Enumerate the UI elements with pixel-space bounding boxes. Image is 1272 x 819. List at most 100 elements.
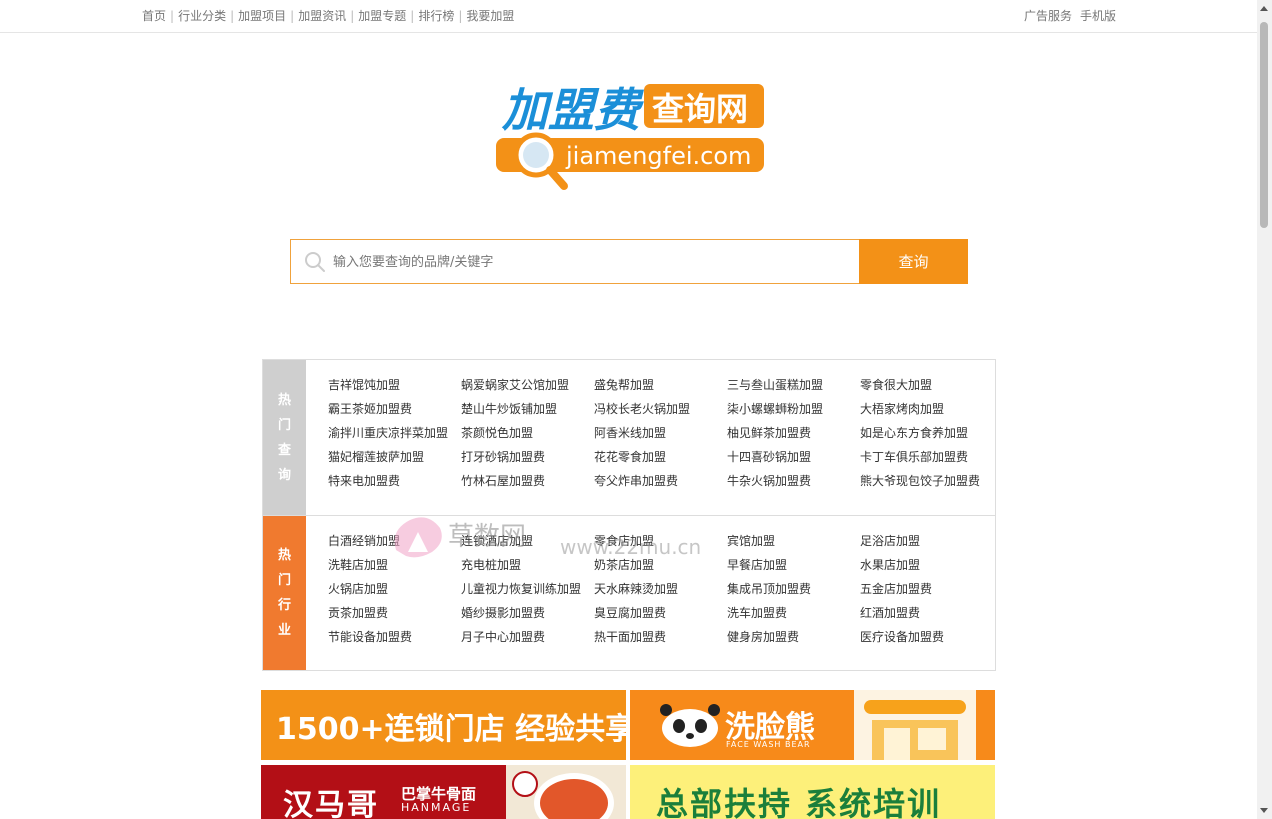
hot-query-link[interactable]: 霸王茶姬加盟费 xyxy=(328,399,461,419)
hot-query-link[interactable]: 柒小螺螺蛳粉加盟 xyxy=(727,399,860,419)
top-nav: 首页 | 行业分类 | 加盟项目 | 加盟资讯 | 加盟专题 | 排行榜 | 我要加盟 xyxy=(142,7,514,24)
logo-magnifier-handle xyxy=(546,166,568,190)
nav-industry-category[interactable]: 行业分类 xyxy=(178,9,226,23)
logo-title: 加盟费 xyxy=(501,83,645,137)
scrollbar-thumb[interactable] xyxy=(1260,22,1268,228)
hot-industry-link[interactable]: 早餐店加盟 xyxy=(727,555,860,575)
label-char: 业 xyxy=(277,623,291,638)
nav-separator: | xyxy=(290,9,295,23)
mobile-version-link[interactable]: 手机版 xyxy=(1080,9,1116,23)
top-bar: 首页 | 行业分类 | 加盟项目 | 加盟资讯 | 加盟专题 | 排行榜 | 我要加盟 广告服务 手机版 xyxy=(0,0,1257,33)
hot-query-link[interactable]: 三与叁山蛋糕加盟 xyxy=(727,375,860,395)
logo-badge-text: 查询网 xyxy=(652,90,748,128)
banner-hanmage-sub2: HANMAGE xyxy=(401,801,472,814)
hot-query-link[interactable]: 卡丁车俱乐部加盟费 xyxy=(860,447,993,467)
hot-industry-link[interactable]: 洗鞋店加盟 xyxy=(328,555,461,575)
hot-industry-link[interactable]: 五金店加盟费 xyxy=(860,579,993,599)
banner-chain-stores[interactable]: 1500+连锁门店 经验共享 xyxy=(261,690,626,760)
hot-query-link[interactable]: 竹林石屋加盟费 xyxy=(461,471,594,491)
hot-query-link[interactable]: 楚山牛炒饭铺加盟 xyxy=(461,399,594,419)
hot-query-link[interactable]: 渝拌川重庆凉拌菜加盟 xyxy=(328,423,461,443)
hot-industry-link[interactable]: 医疗设备加盟费 xyxy=(860,627,993,647)
hot-industry-link[interactable]: 宾馆加盟 xyxy=(727,531,860,551)
hot-query-link[interactable]: 花花零食加盟 xyxy=(594,447,727,467)
hot-query-link[interactable]: 零食很大加盟 xyxy=(860,375,993,395)
hot-query-section: 热 门 查 询 吉祥馄饨加盟 蜗爱蜗家艾公馆加盟 盛兔帮加盟 三与叁山蛋糕加盟 … xyxy=(263,360,995,516)
nav-separator: | xyxy=(230,9,235,23)
hot-industry-link[interactable]: 白酒经销加盟 xyxy=(328,531,461,551)
search-box xyxy=(290,239,859,285)
hot-query-link[interactable]: 十四喜砂锅加盟 xyxy=(727,447,860,467)
hot-query-link[interactable]: 猫妃榴莲披萨加盟 xyxy=(328,447,461,467)
hot-query-link[interactable]: 熊大爷现包饺子加盟费 xyxy=(860,471,993,491)
hot-query-link[interactable]: 蜗爱蜗家艾公馆加盟 xyxy=(461,375,594,395)
label-char: 询 xyxy=(277,467,291,483)
nav-separator: | xyxy=(458,9,463,23)
ad-service-link[interactable]: 广告服务 xyxy=(1024,9,1072,23)
hot-query-link[interactable]: 大梧家烤肉加盟 xyxy=(860,399,993,419)
hot-industry-link[interactable]: 奶茶店加盟 xyxy=(594,555,727,575)
hot-query-grid: 吉祥馄饨加盟 蜗爱蜗家艾公馆加盟 盛兔帮加盟 三与叁山蛋糕加盟 零食很大加盟 霸… xyxy=(328,375,993,491)
banner-hanmage-brand: 汉马哥 xyxy=(283,788,379,819)
hot-query-link[interactable]: 夸父炸串加盟费 xyxy=(594,471,727,491)
hot-industry-link[interactable]: 月子中心加盟费 xyxy=(461,627,594,647)
hot-industry-link[interactable]: 贡茶加盟费 xyxy=(328,603,461,623)
banner-support-training-text: 总部扶持 系统培训 xyxy=(656,785,942,819)
search-button[interactable]: 查询 xyxy=(859,239,968,284)
nav-franchise-news[interactable]: 加盟资讯 xyxy=(298,9,346,23)
hot-industry-link[interactable]: 儿童视力恢复训练加盟 xyxy=(461,579,594,599)
nav-join[interactable]: 我要加盟 xyxy=(466,9,514,23)
search-input[interactable] xyxy=(331,240,855,285)
hot-industry-link[interactable]: 节能设备加盟费 xyxy=(328,627,461,647)
hot-industry-link[interactable]: 集成吊顶加盟费 xyxy=(727,579,860,599)
label-char: 热 xyxy=(277,392,291,408)
hot-query-link[interactable]: 茶颜悦色加盟 xyxy=(461,423,594,443)
hot-query-link[interactable]: 柚见鲜茶加盟费 xyxy=(727,423,860,443)
hot-query-link[interactable]: 牛杂火锅加盟费 xyxy=(727,471,860,491)
label-char: 行 xyxy=(277,598,291,613)
panda-icon xyxy=(660,704,720,747)
scroll-up-arrow-icon[interactable] xyxy=(1260,6,1268,11)
hot-industry-link[interactable]: 红酒加盟费 xyxy=(860,603,993,623)
banner-support-training[interactable]: 总部扶持 系统培训 xyxy=(630,765,995,819)
hot-industry-link[interactable]: 火锅店加盟 xyxy=(328,579,461,599)
hot-industry-link[interactable]: 连锁酒店加盟 xyxy=(461,531,594,551)
hot-industry-link[interactable]: 洗车加盟费 xyxy=(727,603,860,623)
search-icon xyxy=(305,252,325,272)
hot-query-link[interactable]: 如是心东方食养加盟 xyxy=(860,423,993,443)
nav-separator: | xyxy=(170,9,175,23)
hot-query-link[interactable]: 吉祥馄饨加盟 xyxy=(328,375,461,395)
hot-query-link[interactable]: 特来电加盟费 xyxy=(328,471,461,491)
hot-query-link[interactable]: 打牙砂锅加盟费 xyxy=(461,447,594,467)
nav-rankings[interactable]: 排行榜 xyxy=(418,9,454,23)
hot-industry-grid: 白酒经销加盟 连锁酒店加盟 零食店加盟 宾馆加盟 足浴店加盟 洗鞋店加盟 充电桩… xyxy=(328,531,993,647)
scrollbar[interactable] xyxy=(1257,0,1272,819)
banner-noodle-image xyxy=(506,765,626,819)
hot-query-link[interactable]: 阿香米线加盟 xyxy=(594,423,727,443)
nav-franchise-topics[interactable]: 加盟专题 xyxy=(358,9,406,23)
hot-query-label: 热 门 查 询 xyxy=(263,360,306,515)
hot-industry-link[interactable]: 臭豆腐加盟费 xyxy=(594,603,727,623)
hot-query-link[interactable]: 盛兔帮加盟 xyxy=(594,375,727,395)
hot-industry-link[interactable]: 零食店加盟 xyxy=(594,531,727,551)
hot-industry-link[interactable]: 健身房加盟费 xyxy=(727,627,860,647)
nav-home[interactable]: 首页 xyxy=(142,9,166,23)
site-logo[interactable]: 加盟费 查询网 jiamengfei.com xyxy=(494,76,766,194)
hot-industry-link[interactable]: 足浴店加盟 xyxy=(860,531,993,551)
hot-industry-link[interactable]: 婚纱摄影加盟费 xyxy=(461,603,594,623)
search-bar: 查询 xyxy=(290,239,968,285)
hot-query-link[interactable]: 冯校长老火锅加盟 xyxy=(594,399,727,419)
nav-franchise-projects[interactable]: 加盟项目 xyxy=(238,9,286,23)
scroll-down-arrow-icon[interactable] xyxy=(1260,808,1268,813)
logo-domain: jiamengfei.com xyxy=(565,142,751,170)
label-char: 查 xyxy=(277,442,291,458)
label-char: 门 xyxy=(277,417,291,433)
hot-industry-link[interactable]: 水果店加盟 xyxy=(860,555,993,575)
hot-industry-link[interactable]: 热干面加盟费 xyxy=(594,627,727,647)
banner-face-wash-bear[interactable]: 洗脸熊 FACE WASH BEAR xyxy=(630,690,995,760)
banner-hanmage[interactable]: 汉马哥 巴掌牛骨面 HANMAGE xyxy=(261,765,626,819)
banner-face-wash-bear-sub: FACE WASH BEAR xyxy=(726,740,811,749)
hot-industry-link[interactable]: 天水麻辣烫加盟 xyxy=(594,579,727,599)
top-right-links: 广告服务 手机版 xyxy=(1016,7,1116,24)
hot-industry-link[interactable]: 充电桩加盟 xyxy=(461,555,594,575)
